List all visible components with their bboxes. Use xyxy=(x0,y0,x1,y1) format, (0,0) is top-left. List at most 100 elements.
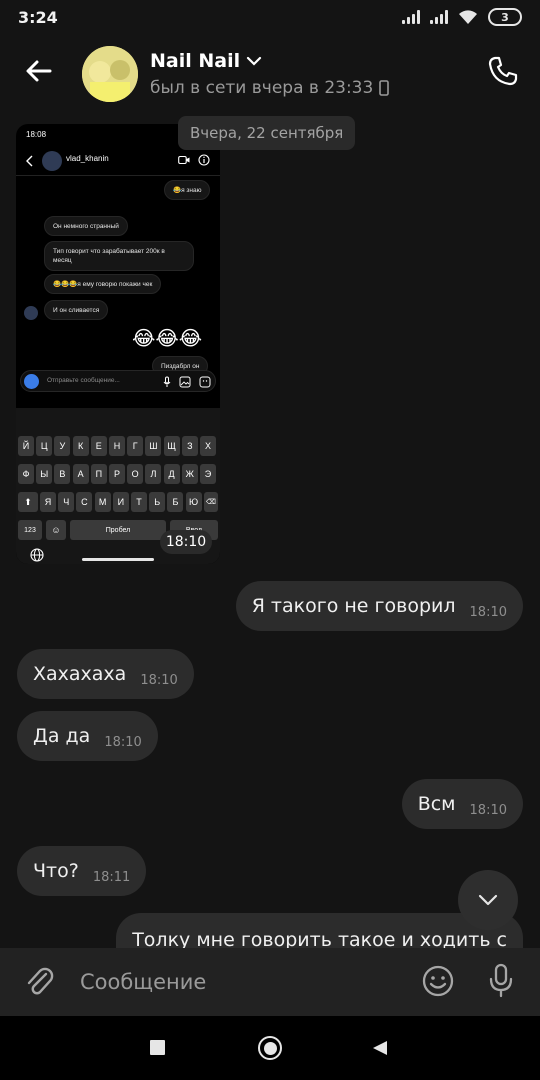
last-seen-text: был в сети вчера в 23:33 xyxy=(150,78,374,98)
home-button[interactable] xyxy=(258,1036,282,1060)
message-composer: Сообщение xyxy=(0,948,540,1016)
signal-icon xyxy=(402,10,420,24)
date-divider: Вчера, 22 сентября xyxy=(178,116,356,150)
keyboard-key: З xyxy=(181,436,198,456)
chevron-down-icon xyxy=(478,894,498,906)
keyboard-key: П xyxy=(90,464,107,484)
attachment-username: vlad_khanin xyxy=(66,154,109,163)
keyboard-key: Е xyxy=(90,436,107,456)
status-time: 3:24 xyxy=(18,8,58,27)
attachment-sticker-icon xyxy=(199,376,211,388)
keyboard-key: Ч xyxy=(58,492,75,512)
message-text: Хахахаха xyxy=(33,663,127,685)
keyboard-key: О xyxy=(127,464,144,484)
paperclip-icon[interactable] xyxy=(22,964,58,1000)
scroll-down-button[interactable] xyxy=(458,870,518,930)
keyboard-key: У xyxy=(54,436,71,456)
attachment-input: Отправьте сообщение... xyxy=(20,370,216,392)
keyboard-key: И xyxy=(112,492,129,512)
keyboard-key: А xyxy=(72,464,89,484)
contact-status: был в сети вчера в 23:33 xyxy=(150,78,390,98)
message-text: Что? xyxy=(33,860,79,882)
home-indicator xyxy=(82,558,154,561)
message-bubble-outgoing[interactable]: Толку мне говорить такое и ходить с xyxy=(116,913,523,948)
contact-name-text: Nail Nail xyxy=(150,50,241,72)
attachment-msg-4: 😂😂😂я ему говорю покажи чек xyxy=(44,274,162,294)
keyboard-key: Б xyxy=(167,492,184,512)
attachment-gallery-icon xyxy=(179,376,191,388)
attachment-chat-header: vlad_khanin xyxy=(16,146,220,176)
message-time: 18:10 xyxy=(104,734,142,750)
battery-level: 3 xyxy=(501,10,509,24)
message-time: 18:11 xyxy=(92,869,131,885)
keyboard-key: Д xyxy=(163,464,180,484)
keyboard-key: Я xyxy=(40,492,56,512)
attachment-keyboard: ЙЦУКЕНГШЩЗХ ФЫВАПРОЛДЖЭ ЯЧСМИТЬБЮ ⬆ ⌫ 12… xyxy=(16,408,220,564)
attachment-back-icon xyxy=(26,155,33,167)
attachment-msg-1: 😂я знаю xyxy=(164,180,211,200)
attachment-video-icon xyxy=(178,155,190,165)
key-emoji: ☺ xyxy=(46,520,66,540)
message-time: 18:10 xyxy=(469,802,507,818)
message-bubble-incoming[interactable]: Что? 18:11 xyxy=(17,846,147,896)
keyboard-key: Й xyxy=(18,436,34,456)
keyboard-key: Щ xyxy=(163,436,180,456)
keyboard-key: В xyxy=(54,464,71,484)
chat-header: Nail Nail был в сети вчера в 23:33 xyxy=(0,36,540,112)
message-bubble-incoming[interactable]: Хахахаха 18:10 xyxy=(17,649,194,699)
message-text: Я такого не говорил xyxy=(251,595,456,617)
attachment-msg-5: И он сливается xyxy=(44,300,109,320)
keyboard-key: Ш xyxy=(145,436,162,456)
message-time: 18:10 xyxy=(140,672,178,688)
message-text: Да да xyxy=(33,725,91,747)
globe-icon xyxy=(30,548,44,562)
key-space: Пробел xyxy=(70,520,166,540)
attachment-timestamp: 18:10 xyxy=(160,530,212,554)
keyboard-key: Ы xyxy=(36,464,53,484)
keyboard-key: Ц xyxy=(36,436,53,456)
attachment-mic-icon xyxy=(163,376,171,387)
message-list[interactable]: 18:08 vlad_khanin 😂я знаю Он немного стр… xyxy=(0,112,540,948)
key-backspace: ⌫ xyxy=(204,492,218,512)
emoji-icon[interactable] xyxy=(421,964,455,998)
chevron-down-icon xyxy=(247,56,262,66)
battery-icon: 3 xyxy=(488,8,522,26)
key-shift: ⬆ xyxy=(18,492,38,512)
message-input[interactable]: Сообщение xyxy=(80,970,206,994)
wifi-icon xyxy=(459,10,477,24)
system-navigation-bar xyxy=(0,1016,540,1080)
message-bubble-outgoing[interactable]: Я такого не говорил 18:10 xyxy=(235,581,523,631)
keyboard-key: Г xyxy=(127,436,144,456)
avatar[interactable] xyxy=(82,46,138,102)
keyboard-key: Х xyxy=(200,436,216,456)
message-text: Толку мне говорить такое и ходить с xyxy=(132,929,507,948)
phone-call-icon[interactable] xyxy=(486,54,520,88)
keyboard-key: Н xyxy=(109,436,125,456)
attachment-msg-3: Тип говорит что зарабатывает 200к в меся… xyxy=(44,241,194,271)
signal-icon-2 xyxy=(430,10,448,24)
keyboard-key: Ю xyxy=(185,492,202,512)
attachment-status-time: 18:08 xyxy=(26,130,47,139)
image-attachment[interactable]: 18:08 vlad_khanin 😂я знаю Он немного стр… xyxy=(16,124,220,564)
keyboard-key: Ь xyxy=(149,492,166,512)
keyboard-key: К xyxy=(72,436,89,456)
status-bar: 3:24 3 xyxy=(0,0,540,36)
attachment-msg-6: 😂😂😂 xyxy=(132,326,203,350)
contact-name[interactable]: Nail Nail xyxy=(150,50,262,72)
microphone-icon[interactable] xyxy=(486,962,516,1000)
keyboard-key: Т xyxy=(131,492,147,512)
attachment-info-icon xyxy=(198,154,210,166)
keyboard-key: Ф xyxy=(18,464,34,484)
message-bubble-incoming[interactable]: Да да 18:10 xyxy=(17,711,158,761)
keyboard-key: М xyxy=(94,492,111,512)
keyboard-key: Ж xyxy=(181,464,198,484)
message-bubble-outgoing[interactable]: Всм 18:10 xyxy=(401,779,523,829)
keyboard-key: Л xyxy=(145,464,162,484)
mobile-device-icon xyxy=(379,80,390,96)
message-text: Всм xyxy=(417,793,456,815)
back-arrow-icon[interactable] xyxy=(22,54,56,88)
back-button-icon[interactable] xyxy=(372,1040,388,1056)
keyboard-key: Э xyxy=(200,464,216,484)
attachment-msg-2: Он немного странный xyxy=(44,216,128,236)
recent-apps-button[interactable] xyxy=(150,1040,165,1055)
